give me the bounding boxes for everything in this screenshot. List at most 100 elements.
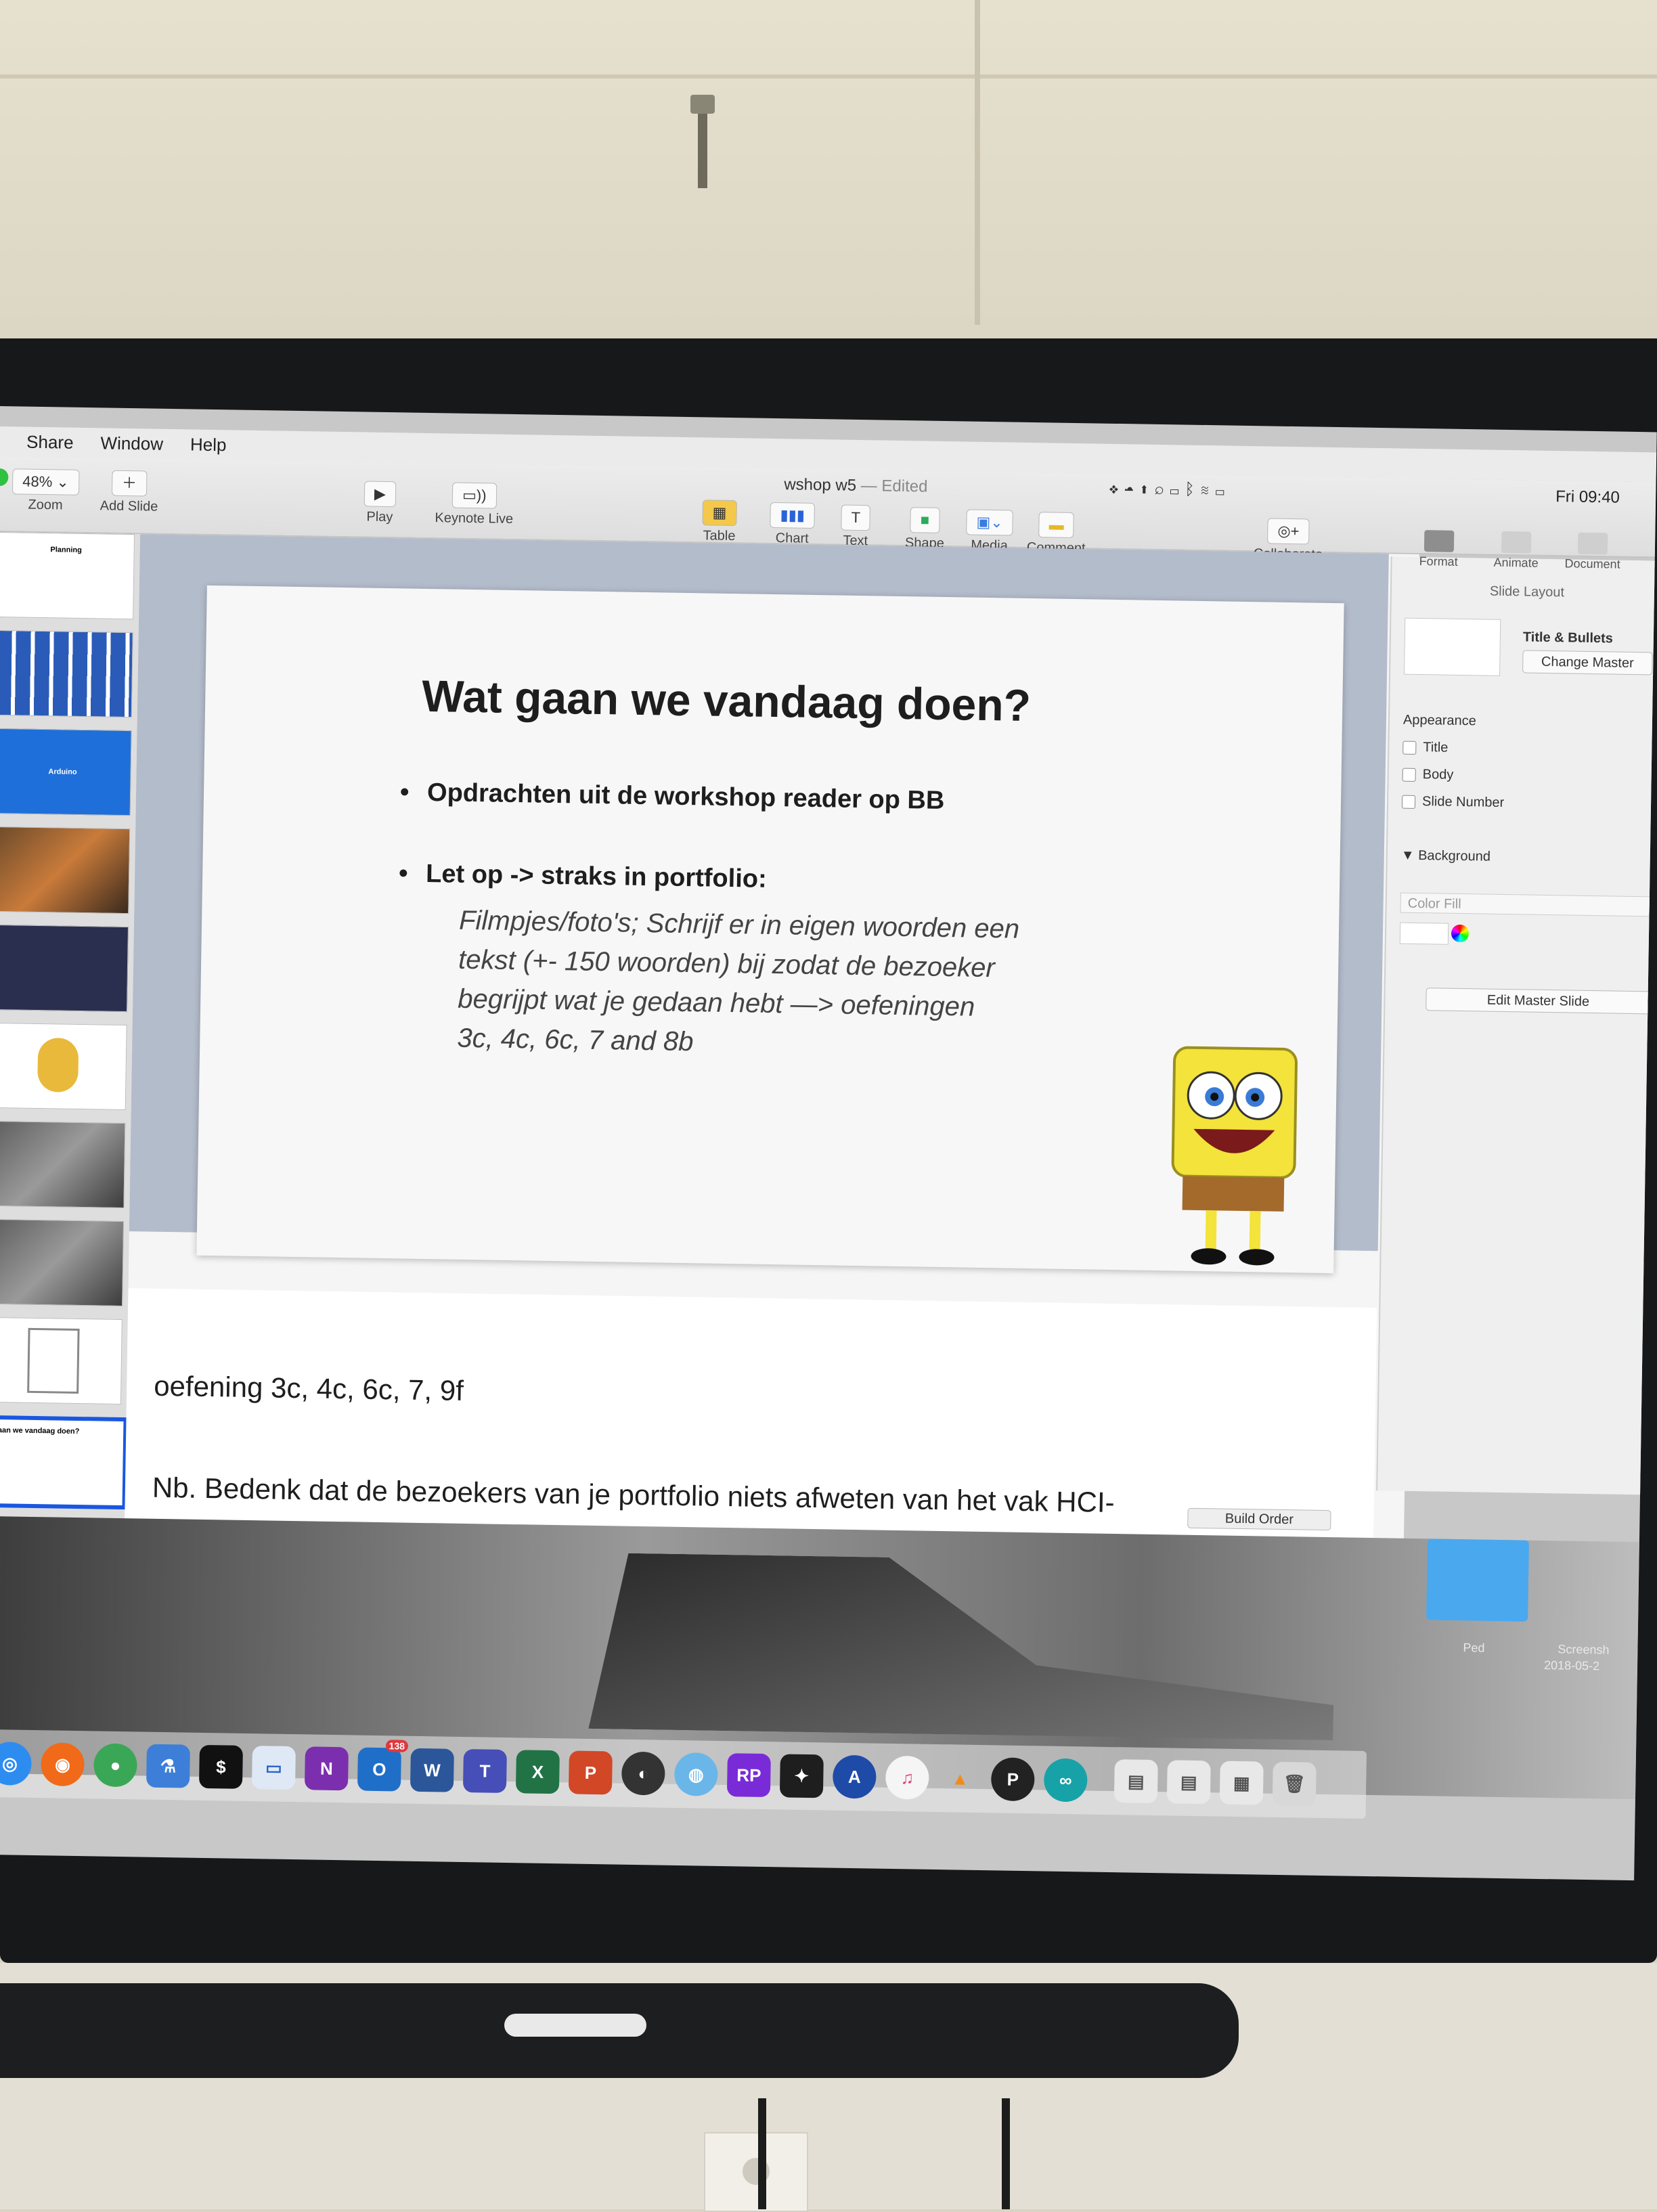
teams-icon[interactable]: T [462,1749,507,1794]
flask-app-icon[interactable]: ⚗ [146,1744,190,1788]
build-order-button[interactable]: Build Order [1187,1507,1331,1531]
zoom-window-button[interactable] [0,468,9,487]
battery-icon[interactable]: ▭ [1215,481,1231,499]
dropbox-icon[interactable]: ❖ [1109,479,1124,497]
checkbox-label: Slide Number [1421,794,1505,810]
downloads-stack-icon[interactable]: ▦ [1219,1761,1264,1805]
color-swatch[interactable] [1399,922,1449,945]
firefox-icon[interactable]: ◉ [40,1742,85,1787]
slide-title[interactable]: Wat gaan we vandaag doen? [422,670,1032,731]
search-icon[interactable]: ⌕ [1154,480,1170,498]
shape-icon: ■ [920,511,930,529]
notes-line-1[interactable]: oefening 3c, 4c, 6c, 7, 9f [154,1370,464,1407]
desktop-folder-label[interactable]: Ped [1463,1641,1484,1656]
add-slide-label: Add Slide [100,498,158,514]
desktop-folder-icon[interactable] [1426,1539,1529,1622]
zoom-control[interactable]: 48% ⌄ Zoom [12,468,80,514]
background-label: Background [1418,847,1491,864]
powerpoint-icon[interactable]: P [568,1750,613,1795]
ceiling [0,0,1657,338]
spongebob-image[interactable] [1144,1040,1323,1273]
doc-name: wshop w5 [784,475,857,495]
menu-help[interactable]: Help [190,434,227,456]
tab-format[interactable]: Format [1419,530,1458,569]
play-button[interactable]: ▶ Play [363,481,397,525]
bluetooth-icon[interactable]: ᛒ [1185,481,1200,499]
menu-clock[interactable]: Fri 09:40 [1555,487,1620,507]
background-section[interactable]: ▼ Background [1401,848,1490,865]
thumb-title: Planning [50,546,82,554]
slide-thumbnail-selected[interactable]: gaan we vandaag doen? [0,1415,128,1510]
figma-icon[interactable]: ✦ [779,1754,824,1798]
layout-thumbnail[interactable] [1404,617,1501,676]
sprinkler [690,95,715,190]
add-slide-button[interactable]: ＋ Add Slide [100,470,159,514]
edit-master-slide-button[interactable]: Edit Master Slide [1426,988,1651,1015]
table-icon: ▦ [712,504,727,521]
globe-app-icon[interactable]: ◍ [673,1752,718,1796]
arduino-icon[interactable]: ∞ [1043,1758,1088,1802]
collaborate-icon: ◎+ [1277,522,1300,540]
thumb-title: Arduino [48,768,77,776]
document-stack-icon[interactable]: ▤ [1113,1759,1158,1804]
trash-icon[interactable]: 🗑 [1272,1761,1317,1806]
color-wheel-icon[interactable] [1451,924,1470,943]
terminal-icon[interactable]: $ [198,1744,243,1789]
checkbox-title[interactable]: Title [1402,740,1449,756]
slide-bullet-1[interactable]: Opdrachten uit de workshop reader op BB [427,778,945,816]
chrome-icon[interactable]: ● [93,1743,137,1788]
tab-animate[interactable]: Animate [1493,531,1539,571]
tab-animate-label: Animate [1493,555,1539,570]
excel-icon[interactable]: X [515,1750,560,1794]
vlc-icon[interactable]: ▲ [938,1756,982,1800]
status-icons: ❖☁⬆⌕▭ᛒ≋▭ [1109,479,1231,500]
slide-thumbnail[interactable]: Planning [0,531,135,620]
slide[interactable]: Wat gaan we vandaag doen? Opdrachten uit… [196,585,1344,1274]
checkbox-slide-number[interactable]: Slide Number [1401,794,1505,811]
onenote-icon[interactable]: N [304,1746,349,1791]
table-label: Table [703,528,736,544]
keynote-icon[interactable]: ▭ [251,1746,296,1790]
slide-bullet-2[interactable]: Let op -> straks in portfolio: [426,860,767,894]
menu-share[interactable]: Share [26,431,74,453]
cinema4d-icon[interactable]: ◐ [621,1751,665,1796]
shape-button[interactable]: ■ Shape [905,507,945,552]
slide-thumbnail[interactable]: Arduino [0,728,132,816]
safari-icon[interactable]: ◎ [0,1741,32,1786]
slide-thumbnail[interactable] [0,629,133,718]
ceiling-line [0,74,1657,79]
keynote-live-button[interactable]: ▭)) Keynote Live [435,482,514,527]
notes-line-2[interactable]: Nb. Bedenk dat de bezoekers van je portf… [152,1472,1115,1519]
change-master-button[interactable]: Change Master [1522,650,1653,676]
play-icon: ▶ [374,485,386,502]
tab-document-label: Document [1564,556,1620,571]
lucky-cat-image [37,1038,79,1092]
itunes-icon[interactable]: ♫ [885,1755,929,1800]
word-icon[interactable]: W [410,1748,454,1792]
outlook-icon[interactable]: O 138 [357,1740,409,1792]
tab-document[interactable]: Document [1564,532,1620,571]
text-button[interactable]: T Text [841,504,871,550]
airplay-icon[interactable]: ▭ [1170,480,1185,498]
slide-thumbnail[interactable] [0,924,129,1013]
slide-bullet-2-detail[interactable]: Filmpjes/foto's; Schrijf er in eigen woo… [457,901,1136,1069]
slide-thumbnail[interactable] [0,1022,127,1111]
desktop-file-label[interactable]: Screensh [1557,1642,1609,1657]
cloud-icon[interactable]: ☁ [1124,479,1139,497]
slide-thumbnail[interactable] [0,1218,125,1307]
wifi-icon[interactable]: ≋ [1200,481,1216,499]
checkbox-body[interactable]: Body [1402,767,1453,783]
processing-icon[interactable]: P [990,1757,1035,1802]
chart-button[interactable]: ▮▮▮ Chart [770,502,816,547]
upload-icon[interactable]: ⬆ [1139,479,1155,497]
slide-thumbnail[interactable] [0,1317,123,1404]
document-stack-icon[interactable]: ▤ [1166,1760,1211,1805]
comment-icon: ▬ [1048,516,1064,533]
rapidweaver-icon[interactable]: RP [726,1753,771,1798]
fill-type-select[interactable]: Color Fill [1400,892,1657,917]
app-store-icon[interactable]: A [832,1754,877,1799]
slide-thumbnail[interactable] [0,1120,126,1209]
menu-window[interactable]: Window [100,433,163,454]
slide-thumbnail[interactable] [0,826,131,914]
table-button[interactable]: ▦ Table [702,500,737,544]
